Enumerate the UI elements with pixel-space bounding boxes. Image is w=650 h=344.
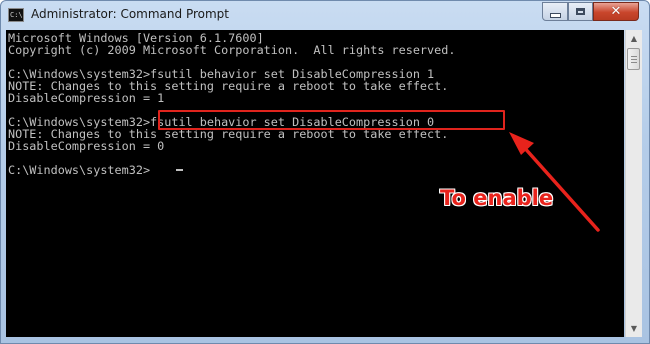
window-title: Administrator: Command Prompt <box>31 7 229 21</box>
console-prompt: C:\Windows\system32> <box>8 163 151 177</box>
minimize-button[interactable] <box>542 2 568 21</box>
title-bar[interactable]: C:\ Administrator: Command Prompt ✕ <box>1 1 649 31</box>
grip-line <box>631 62 637 63</box>
command-prompt-window: C:\ Administrator: Command Prompt ✕ Micr… <box>0 0 650 344</box>
command-highlight-box <box>158 110 505 130</box>
scroll-up-arrow-icon[interactable]: ▲ <box>626 30 642 47</box>
scrollbar-thumb[interactable] <box>627 48 640 70</box>
console-line: DisableCompression = 0 <box>8 139 165 153</box>
maximize-button[interactable] <box>568 2 593 21</box>
console-line: DisableCompression = 1 <box>8 91 165 105</box>
cmd-app-icon[interactable]: C:\ <box>8 8 24 22</box>
text-cursor <box>176 169 183 171</box>
scroll-down-arrow-icon[interactable]: ▼ <box>626 320 642 337</box>
maximize-icon <box>576 8 585 15</box>
console-line: Copyright (c) 2009 Microsoft Corporation… <box>8 43 456 57</box>
console-output[interactable]: Microsoft Windows [Version 6.1.7600] Cop… <box>6 30 624 337</box>
vertical-scrollbar[interactable]: ▲ ▼ <box>625 30 642 337</box>
minimize-icon <box>549 12 561 18</box>
grip-line <box>631 59 637 60</box>
close-icon: ✕ <box>610 4 622 19</box>
grip-line <box>631 56 637 57</box>
annotation-label: To enable <box>440 186 554 210</box>
close-button[interactable]: ✕ <box>593 2 639 21</box>
